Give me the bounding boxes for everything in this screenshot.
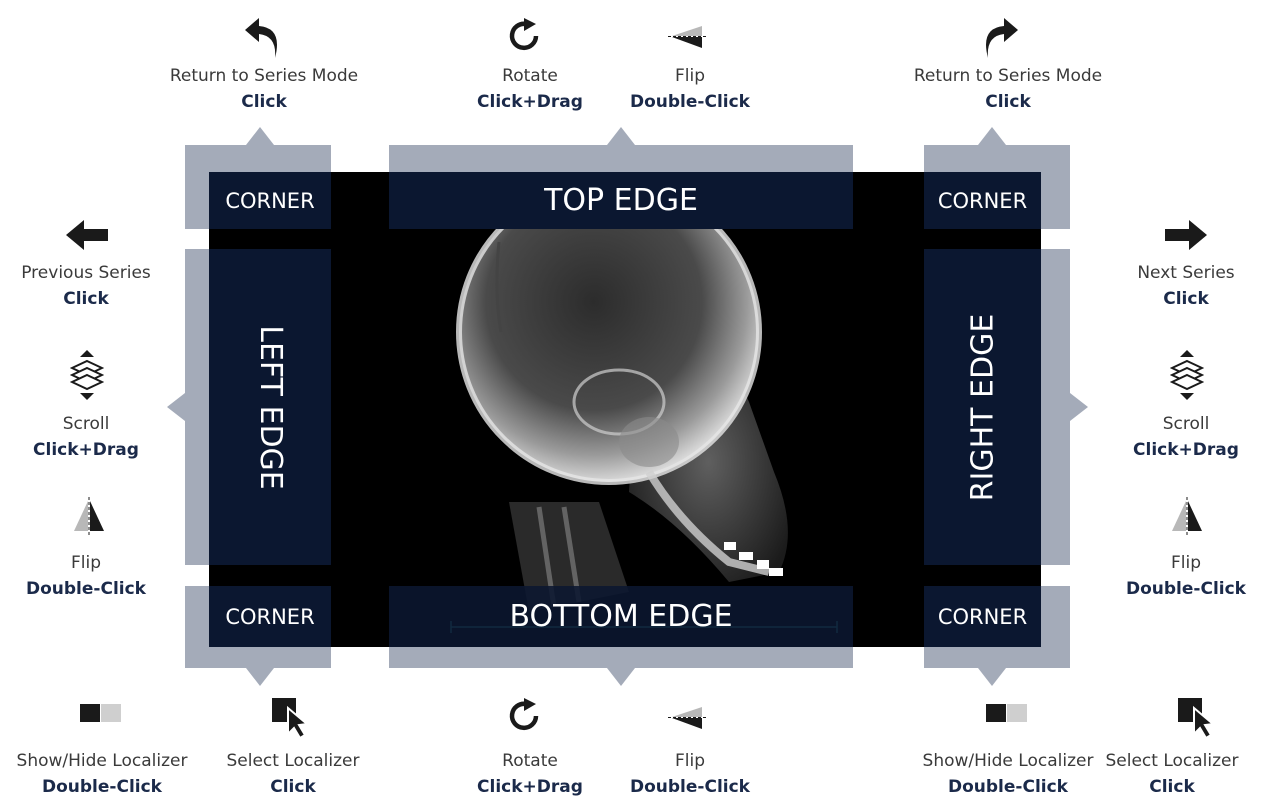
zone-label: TOP EDGE xyxy=(544,183,698,218)
caption-gesture: Click xyxy=(1149,777,1195,797)
scroll-stack-icon xyxy=(70,350,104,400)
caption-action: Return to Series Mode xyxy=(913,66,1103,86)
xray-image xyxy=(450,179,838,633)
frame-right-pointer xyxy=(1070,393,1088,421)
zone-label: CORNER xyxy=(225,188,315,213)
zone-label: BOTTOM EDGE xyxy=(509,599,733,634)
flip-vertical-icon xyxy=(668,26,708,48)
zone-label: RIGHT EDGE xyxy=(965,313,1000,501)
flip-horizontal-icon xyxy=(1172,497,1202,537)
caption-gesture: Double-Click xyxy=(630,777,750,797)
caption-select-localizer-left: Select Localizer Click xyxy=(198,748,388,800)
caption-action: Return to Series Mode xyxy=(169,66,359,86)
curved-arrow-right-icon xyxy=(986,18,1018,58)
caption-action: Select Localizer xyxy=(226,751,360,771)
caption-gesture: Double-Click xyxy=(630,92,750,112)
frame-bottom-edge-pointer xyxy=(607,668,635,686)
caption-action: Show/Hide Localizer xyxy=(922,751,1094,771)
caption-flip-top: Flip Double-Click xyxy=(595,63,785,115)
caption-gesture: Click+Drag xyxy=(1133,440,1239,460)
caption-gesture: Double-Click xyxy=(42,777,162,797)
scroll-stack-icon xyxy=(1170,350,1204,400)
zone-top-edge[interactable]: TOP EDGE xyxy=(389,172,853,229)
caption-gesture: Click xyxy=(985,92,1031,112)
flip-horizontal-icon xyxy=(74,497,104,537)
zone-top-left-corner[interactable]: CORNER xyxy=(209,172,331,229)
frame-top-right-pointer xyxy=(978,127,1006,145)
rotate-icon xyxy=(509,698,539,731)
select-localizer-icon xyxy=(272,698,310,738)
caption-gesture: Double-Click xyxy=(26,579,146,599)
caption-action: Scroll xyxy=(1162,414,1210,434)
caption-gesture: Double-Click xyxy=(948,777,1068,797)
zone-top-right-corner[interactable]: CORNER xyxy=(924,172,1041,229)
caption-flip-left: Flip Double-Click xyxy=(0,550,181,602)
select-localizer-icon xyxy=(1178,698,1216,738)
caption-flip-bottom: Flip Double-Click xyxy=(595,748,785,800)
caption-action: Flip xyxy=(674,66,705,86)
caption-select-localizer-right: Select Localizer Click xyxy=(1077,748,1267,800)
caption-gesture: Click xyxy=(241,92,287,112)
curved-arrow-left-icon xyxy=(245,18,277,58)
caption-gesture: Click xyxy=(270,777,316,797)
caption-scroll-left: Scroll Click+Drag xyxy=(0,411,181,463)
zone-label: CORNER xyxy=(937,604,1028,629)
flip-vertical-icon xyxy=(668,707,708,729)
zone-label: CORNER xyxy=(937,188,1028,213)
zone-label: CORNER xyxy=(225,604,315,629)
caption-gesture: Click xyxy=(1163,289,1209,309)
frame-bottom-left-pointer xyxy=(246,668,274,686)
arrow-left-icon xyxy=(66,220,108,250)
caption-action: Next Series xyxy=(1137,263,1235,283)
caption-gesture: Click+Drag xyxy=(33,440,139,460)
frame-top-left-pointer xyxy=(246,127,274,145)
caption-action: Show/Hide Localizer xyxy=(16,751,188,771)
arrow-right-icon xyxy=(1165,220,1207,250)
caption-action: Select Localizer xyxy=(1105,751,1239,771)
zone-bottom-edge[interactable]: BOTTOM EDGE xyxy=(389,586,853,647)
caption-gesture: Double-Click xyxy=(1126,579,1246,599)
caption-return-series-right: Return to Series Mode Click xyxy=(913,63,1103,115)
zone-bottom-left-corner[interactable]: CORNER xyxy=(209,586,331,647)
frame-bottom-right-pointer xyxy=(978,668,1006,686)
caption-return-series-left: Return to Series Mode Click xyxy=(169,63,359,115)
caption-action: Previous Series xyxy=(21,263,151,283)
caption-gesture: Click xyxy=(63,289,109,309)
zone-right-edge[interactable]: RIGHT EDGE xyxy=(924,249,1041,565)
zone-left-edge[interactable]: LEFT EDGE xyxy=(209,249,331,565)
caption-next-series: Next Series Click xyxy=(1091,260,1271,312)
caption-previous-series: Previous Series Click xyxy=(0,260,181,312)
zone-bottom-right-corner[interactable]: CORNER xyxy=(924,586,1041,647)
caption-action: Flip xyxy=(1170,553,1201,573)
caption-action: Flip xyxy=(70,553,101,573)
caption-action: Flip xyxy=(674,751,705,771)
caption-show-hide-localizer-left: Show/Hide Localizer Double-Click xyxy=(7,748,197,800)
localizer-toggle-icon xyxy=(80,703,121,723)
localizer-toggle-icon xyxy=(986,703,1027,723)
image-viewport[interactable]: CORNER TOP EDGE CORNER LEFT EDGE RIGHT E… xyxy=(209,172,1041,647)
rotate-icon xyxy=(509,18,539,51)
caption-show-hide-localizer-right: Show/Hide Localizer Double-Click xyxy=(913,748,1103,800)
frame-top-edge-pointer xyxy=(607,127,635,145)
caption-action: Scroll xyxy=(62,414,110,434)
zone-label: LEFT EDGE xyxy=(252,324,288,490)
caption-flip-right: Flip Double-Click xyxy=(1091,550,1271,602)
caption-scroll-right: Scroll Click+Drag xyxy=(1091,411,1271,463)
